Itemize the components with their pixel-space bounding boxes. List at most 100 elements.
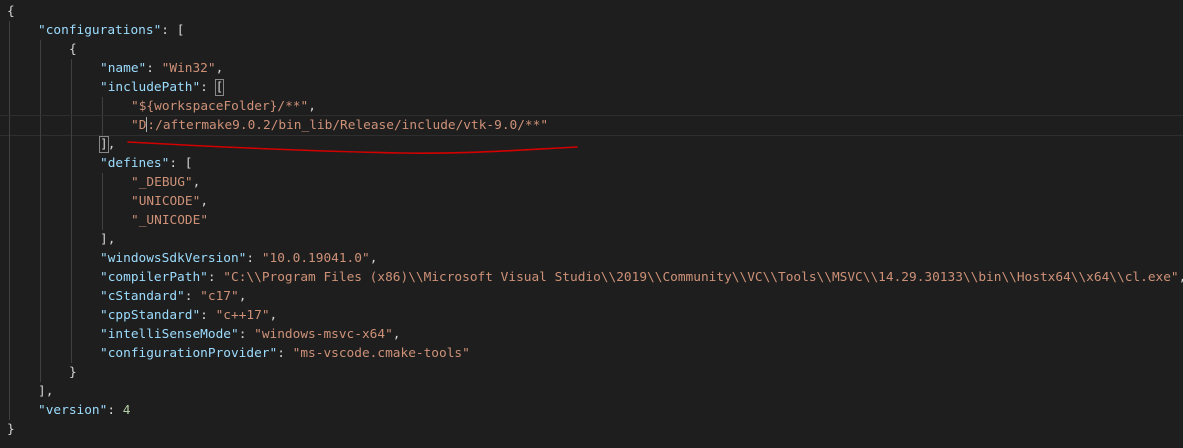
json-string: "c++17"	[215, 308, 270, 323]
indent-guide	[9, 401, 10, 420]
indent-guide	[9, 382, 10, 401]
indent-guide	[71, 268, 72, 287]
indent-guide	[102, 192, 103, 211]
code-line-current[interactable]: "D:/aftermake9.0.2/bin_lib/Release/inclu…	[0, 115, 1183, 136]
json-punctuation: ,	[308, 99, 316, 114]
indent-guide	[9, 268, 10, 287]
indent-guide	[102, 97, 103, 116]
json-string: "c17"	[200, 289, 239, 304]
indent-guide	[71, 287, 72, 306]
indent-guide	[102, 173, 103, 192]
json-string: "D	[131, 118, 147, 133]
code-line-text: }	[7, 420, 15, 439]
code-line-text: "compilerPath": "C:\\Program Files (x86)…	[100, 268, 1183, 287]
indent-guide	[40, 173, 41, 192]
indent-guide	[71, 59, 72, 78]
indent-guide	[9, 173, 10, 192]
indent-guide	[40, 306, 41, 325]
indent-guide	[9, 154, 10, 173]
json-string: "C:\\Program Files (x86)\\Microsoft Visu…	[223, 270, 1179, 285]
json-punctuation: }	[7, 422, 15, 437]
json-punctuation: :	[146, 61, 162, 76]
json-punctuation: :	[107, 403, 123, 418]
indent-guide	[40, 135, 41, 154]
json-punctuation: :	[238, 327, 255, 342]
json-punctuation: ,	[369, 251, 378, 266]
indent-guide	[40, 325, 41, 344]
indent-guide	[102, 211, 103, 230]
json-string: "windows-msvc-x64"	[254, 327, 393, 342]
indent-guide	[9, 211, 10, 230]
json-string: :/aftermake9.0.2/bin_lib/Release/include…	[147, 118, 549, 133]
code-line-text: "cppStandard": "c++17",	[100, 306, 277, 325]
json-punctuation: {	[69, 42, 77, 57]
indent-guide	[9, 230, 10, 249]
json-key: "name"	[100, 61, 147, 76]
code-line-text: ],	[38, 382, 53, 401]
indent-guide	[102, 116, 103, 135]
indent-guide	[40, 287, 41, 306]
indent-guide	[9, 325, 10, 344]
indent-guide	[40, 154, 41, 173]
code-line-text: "_DEBUG",	[131, 173, 200, 192]
indent-guide	[9, 192, 10, 211]
json-punctuation: ,	[392, 327, 401, 342]
json-punctuation: :	[184, 289, 201, 304]
code-line-text: "UNICODE",	[131, 192, 208, 211]
json-punctuation: {	[7, 4, 15, 19]
json-key: "defines"	[100, 156, 170, 171]
json-punctuation: :	[246, 251, 262, 266]
json-number: 4	[122, 403, 131, 418]
indent-guide	[40, 192, 41, 211]
indent-guide	[9, 306, 10, 325]
indent-guide	[9, 97, 10, 116]
json-string: "10.0.19041.0"	[261, 251, 370, 266]
code-line-text: "configurations": [	[38, 21, 184, 40]
code-editor[interactable]: {"configurations": [{"name": "Win32", "in…	[0, 0, 1183, 448]
code-line-text: "version": 4	[38, 401, 130, 420]
indent-guide	[71, 192, 72, 211]
indent-guide	[71, 230, 72, 249]
json-punctuation: :	[200, 308, 216, 323]
indent-guide	[71, 325, 72, 344]
indent-guide	[9, 116, 10, 135]
indent-guide	[40, 363, 41, 382]
bracket-match: [	[214, 79, 225, 96]
json-punctuation: ,	[215, 61, 224, 76]
indent-guide	[40, 249, 41, 268]
json-string: "UNICODE"	[131, 194, 201, 209]
indent-guide	[71, 344, 72, 363]
indent-guide	[71, 135, 72, 154]
code-line-text: }	[69, 363, 77, 382]
json-punctuation: ],	[100, 232, 116, 247]
indent-guide	[9, 135, 10, 154]
json-key: "configurations"	[38, 23, 162, 38]
json-key: "windowsSdkVersion"	[100, 251, 247, 266]
indent-guide	[71, 211, 72, 230]
json-punctuation: ,	[269, 308, 278, 323]
indent-guide	[40, 97, 41, 116]
json-key: "configurationProvider"	[100, 346, 278, 361]
indent-guide	[9, 40, 10, 59]
indent-guide	[40, 344, 41, 363]
indent-guide	[9, 78, 10, 97]
json-string: "_UNICODE"	[131, 213, 209, 228]
json-punctuation: ,	[107, 137, 116, 152]
code-line-text: "name": "Win32",	[100, 59, 223, 78]
code-line-text: "includePath": [	[100, 78, 225, 97]
indent-guide	[40, 78, 41, 97]
indent-guide	[9, 21, 10, 40]
indent-guide	[9, 344, 10, 363]
code-line-text: {	[7, 2, 15, 21]
indent-guide	[71, 154, 72, 173]
code-line-text: "_UNICODE"	[131, 211, 208, 230]
json-string: "ms-vscode.cmake-tools"	[292, 346, 470, 361]
indent-guide	[40, 211, 41, 230]
indent-guide	[71, 97, 72, 116]
json-punctuation: ],	[38, 384, 54, 399]
indent-guide	[71, 116, 72, 135]
json-punctuation: : [	[169, 156, 193, 171]
code-line-text: "cStandard": "c17",	[100, 287, 246, 306]
json-key: "intelliSenseMode"	[100, 327, 239, 342]
indent-guide	[40, 116, 41, 135]
